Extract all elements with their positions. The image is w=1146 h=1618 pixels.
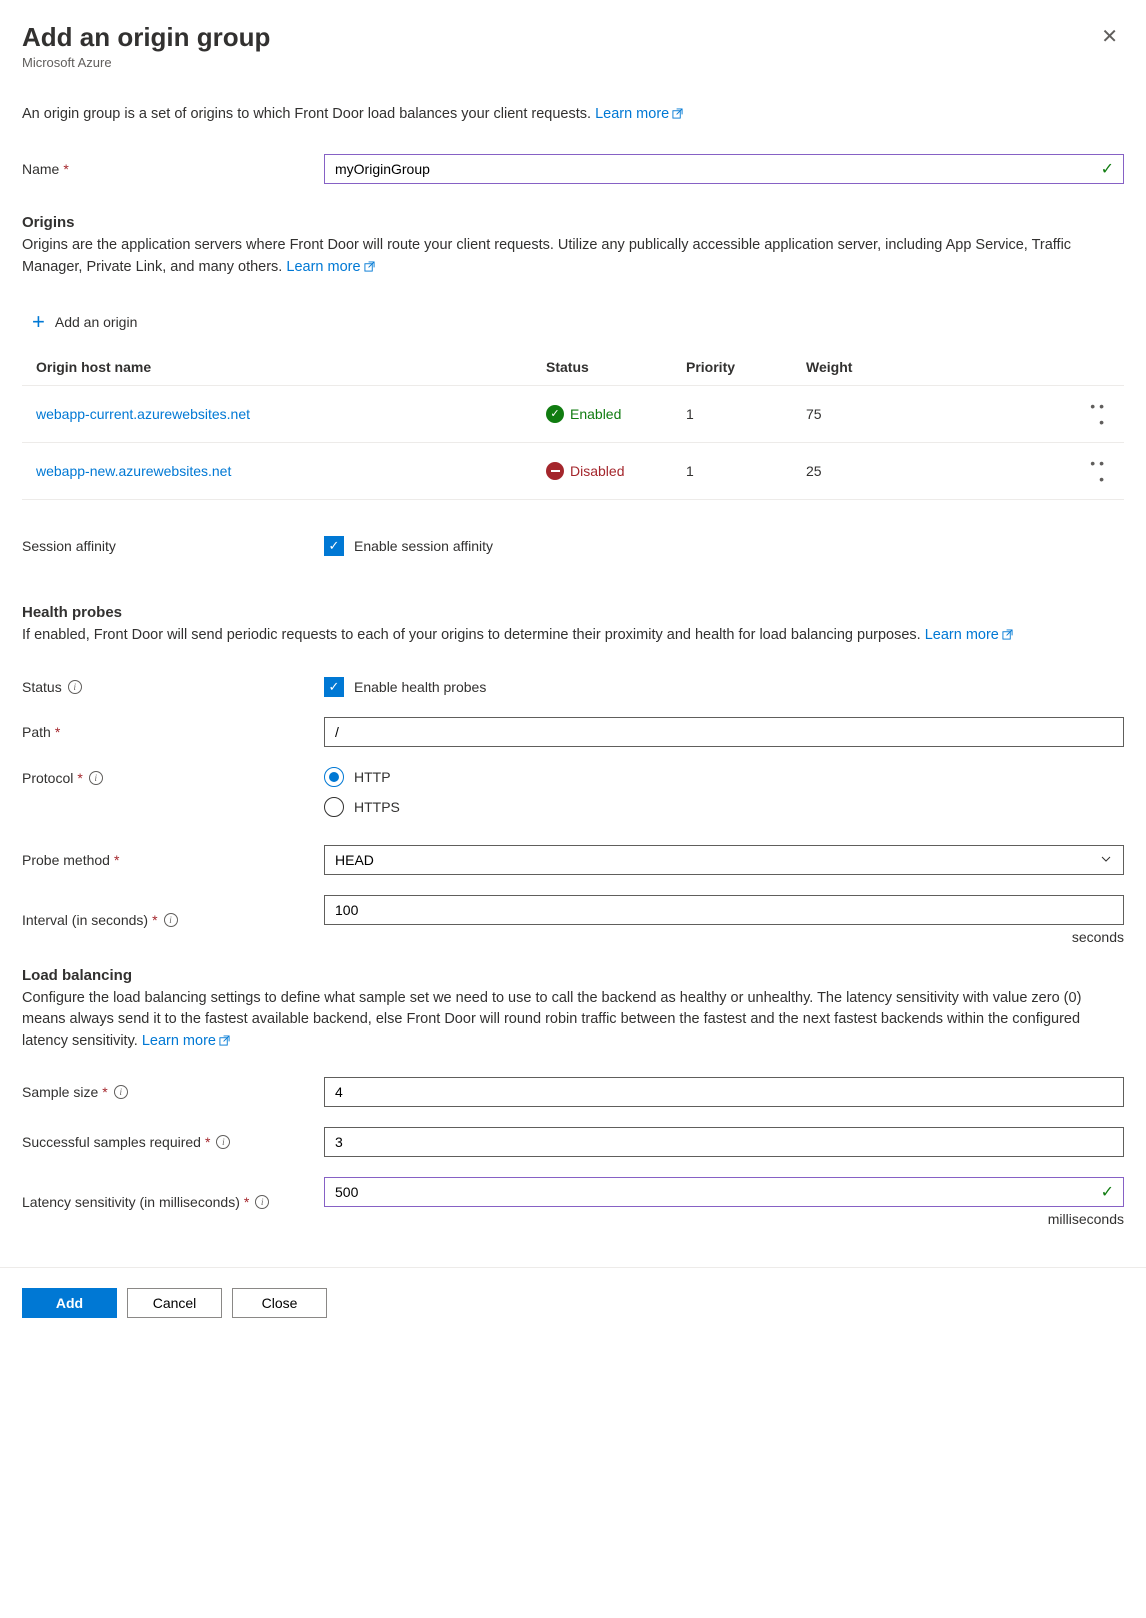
lb-latency-unit: milliseconds <box>324 1211 1124 1227</box>
origins-section-title: Origins <box>22 214 1124 231</box>
hp-interval-unit: seconds <box>324 929 1124 945</box>
lb-learn-more-link[interactable]: Learn more <box>142 1033 230 1049</box>
info-icon[interactable]: i <box>68 680 82 694</box>
origin-priority: 1 <box>672 442 792 499</box>
col-status: Status <box>532 349 672 386</box>
lb-sample-input[interactable] <box>324 1077 1124 1107</box>
info-icon[interactable]: i <box>89 771 103 785</box>
origin-host-link[interactable]: webapp-current.azurewebsites.net <box>22 385 532 442</box>
hp-protocol-http-radio[interactable]: HTTP <box>324 767 1124 787</box>
origin-host-link[interactable]: webapp-new.azurewebsites.net <box>22 442 532 499</box>
origin-weight: 75 <box>792 385 1074 442</box>
external-link-icon <box>364 258 375 269</box>
health-probes-learn-more-link[interactable]: Learn more <box>925 627 1013 643</box>
origins-learn-more-link[interactable]: Learn more <box>286 259 374 275</box>
info-icon[interactable]: i <box>164 913 178 927</box>
col-host: Origin host name <box>22 349 532 386</box>
footer: Add Cancel Close <box>0 1267 1146 1338</box>
lb-sample-label: Sample size*i <box>22 1084 324 1100</box>
add-button[interactable]: Add <box>22 1288 117 1318</box>
radio-icon <box>324 797 344 817</box>
hp-protocol-label: Protocol*i <box>22 767 324 786</box>
lb-latency-input[interactable] <box>324 1177 1124 1207</box>
origin-row: webapp-current.azurewebsites.net ✓ Enable… <box>22 385 1124 442</box>
page-subtitle: Microsoft Azure <box>22 55 270 70</box>
col-priority: Priority <box>672 349 792 386</box>
session-affinity-checkbox-label: Enable session affinity <box>354 538 493 554</box>
close-icon[interactable]: ✕ <box>1095 22 1124 51</box>
info-icon[interactable]: i <box>114 1085 128 1099</box>
hp-status-checkbox-label: Enable health probes <box>354 679 486 695</box>
lb-success-label: Successful samples required*i <box>22 1134 324 1150</box>
lb-desc: Configure the load balancing settings to… <box>22 988 1124 1053</box>
info-icon[interactable]: i <box>255 1195 269 1209</box>
hp-path-label: Path* <box>22 724 324 740</box>
hp-path-input[interactable] <box>324 717 1124 747</box>
hp-interval-label: Interval (in seconds)*i <box>22 912 324 928</box>
origin-weight: 25 <box>792 442 1074 499</box>
origin-status: Enabled <box>570 406 621 422</box>
page-title: Add an origin group <box>22 22 270 53</box>
close-button[interactable]: Close <box>232 1288 327 1318</box>
hp-protocol-https-radio[interactable]: HTTPS <box>324 797 1124 817</box>
lb-title: Load balancing <box>22 967 1124 984</box>
external-link-icon <box>219 1032 230 1043</box>
col-weight: Weight <box>792 349 1074 386</box>
name-input[interactable] <box>324 154 1124 184</box>
health-probes-title: Health probes <box>22 604 1124 621</box>
radio-icon <box>324 767 344 787</box>
disabled-icon <box>546 462 564 480</box>
checkmark-icon: ✓ <box>1101 1182 1114 1202</box>
origin-status: Disabled <box>570 463 624 479</box>
row-menu-button[interactable]: • • • <box>1074 385 1124 442</box>
row-menu-button[interactable]: • • • <box>1074 442 1124 499</box>
checkmark-icon: ✓ <box>1101 159 1114 179</box>
hp-interval-input[interactable] <box>324 895 1124 925</box>
session-affinity-checkbox[interactable]: ✓ <box>324 536 344 556</box>
info-icon[interactable]: i <box>216 1135 230 1149</box>
hp-status-checkbox[interactable]: ✓ <box>324 677 344 697</box>
origins-table: Origin host name Status Priority Weight … <box>22 349 1124 500</box>
external-link-icon <box>1002 626 1013 637</box>
origin-priority: 1 <box>672 385 792 442</box>
hp-status-label: Statusi <box>22 679 324 695</box>
intro-text: An origin group is a set of origins to w… <box>22 104 1124 124</box>
session-affinity-label: Session affinity <box>22 538 324 554</box>
name-label: Name* <box>22 161 324 177</box>
intro-learn-more-link[interactable]: Learn more <box>595 106 683 122</box>
add-origin-button[interactable]: + Add an origin <box>32 309 1124 335</box>
lb-latency-label: Latency sensitivity (in milliseconds)*i <box>22 1194 324 1210</box>
external-link-icon <box>672 105 683 116</box>
origins-section-desc: Origins are the application servers wher… <box>22 235 1124 279</box>
origin-row: webapp-new.azurewebsites.net Disabled 1 … <box>22 442 1124 499</box>
enabled-icon: ✓ <box>546 405 564 423</box>
hp-method-label: Probe method* <box>22 852 324 868</box>
lb-success-input[interactable] <box>324 1127 1124 1157</box>
cancel-button[interactable]: Cancel <box>127 1288 222 1318</box>
health-probes-desc: If enabled, Front Door will send periodi… <box>22 625 1124 647</box>
hp-method-select[interactable] <box>324 845 1124 875</box>
plus-icon: + <box>32 309 45 335</box>
